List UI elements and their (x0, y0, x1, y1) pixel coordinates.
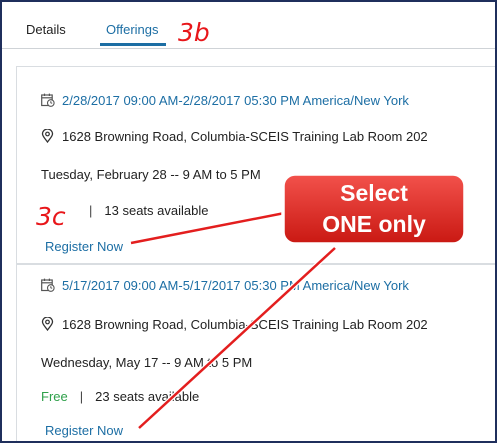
offering-schedule: Tuesday, February 28 -- 9 AM to 5 PM (41, 167, 261, 182)
calendar-clock-icon (41, 93, 55, 107)
register-now-link[interactable]: Register Now (45, 423, 123, 438)
offering-datetime-row: 2/28/2017 09:00 AM-2/28/2017 05:30 PM Am… (41, 93, 409, 108)
separator: | (79, 389, 84, 404)
tab-details[interactable]: Details (26, 22, 66, 37)
annotation-step-3b: 3b (178, 18, 210, 47)
offering-location: 1628 Browning Road, Columbia-SCEIS Train… (62, 129, 428, 144)
seats-available: 23 seats available (95, 389, 200, 404)
offering-card: 5/17/2017 09:00 AM-5/17/2017 05:30 PM Am… (16, 264, 495, 441)
callout-line-1: Select (340, 180, 408, 206)
offering-schedule: Wednesday, May 17 -- 9 AM to 5 PM (41, 355, 253, 370)
tab-bar: Details Offerings (2, 2, 495, 49)
callout-line-2: ONE only (322, 211, 426, 237)
annotation-step-3c: 3c (36, 202, 66, 231)
seats-available: 13 seats available (104, 203, 209, 218)
offering-datetime-row: 5/17/2017 09:00 AM-5/17/2017 05:30 PM Am… (41, 278, 409, 293)
price-label: Free (41, 389, 68, 404)
active-tab-indicator (100, 43, 166, 46)
offering-location-row: 1628 Browning Road, Columbia-SCEIS Train… (41, 317, 428, 332)
offering-availability: | 13 seats available (77, 203, 208, 218)
offering-datetime-link[interactable]: 5/17/2017 09:00 AM-5/17/2017 05:30 PM Am… (62, 278, 409, 293)
register-now-link[interactable]: Register Now (45, 239, 123, 254)
calendar-clock-icon (41, 278, 55, 292)
offering-availability: Free | 23 seats available (41, 389, 199, 404)
callout-text: Select ONE only (286, 178, 462, 240)
location-pin-icon (41, 129, 54, 143)
offering-location-row: 1628 Browning Road, Columbia-SCEIS Train… (41, 129, 428, 144)
separator: | (89, 203, 93, 218)
location-pin-icon (41, 317, 54, 331)
offering-datetime-link[interactable]: 2/28/2017 09:00 AM-2/28/2017 05:30 PM Am… (62, 93, 409, 108)
offering-location: 1628 Browning Road, Columbia-SCEIS Train… (62, 317, 428, 332)
tab-offerings[interactable]: Offerings (106, 22, 159, 37)
